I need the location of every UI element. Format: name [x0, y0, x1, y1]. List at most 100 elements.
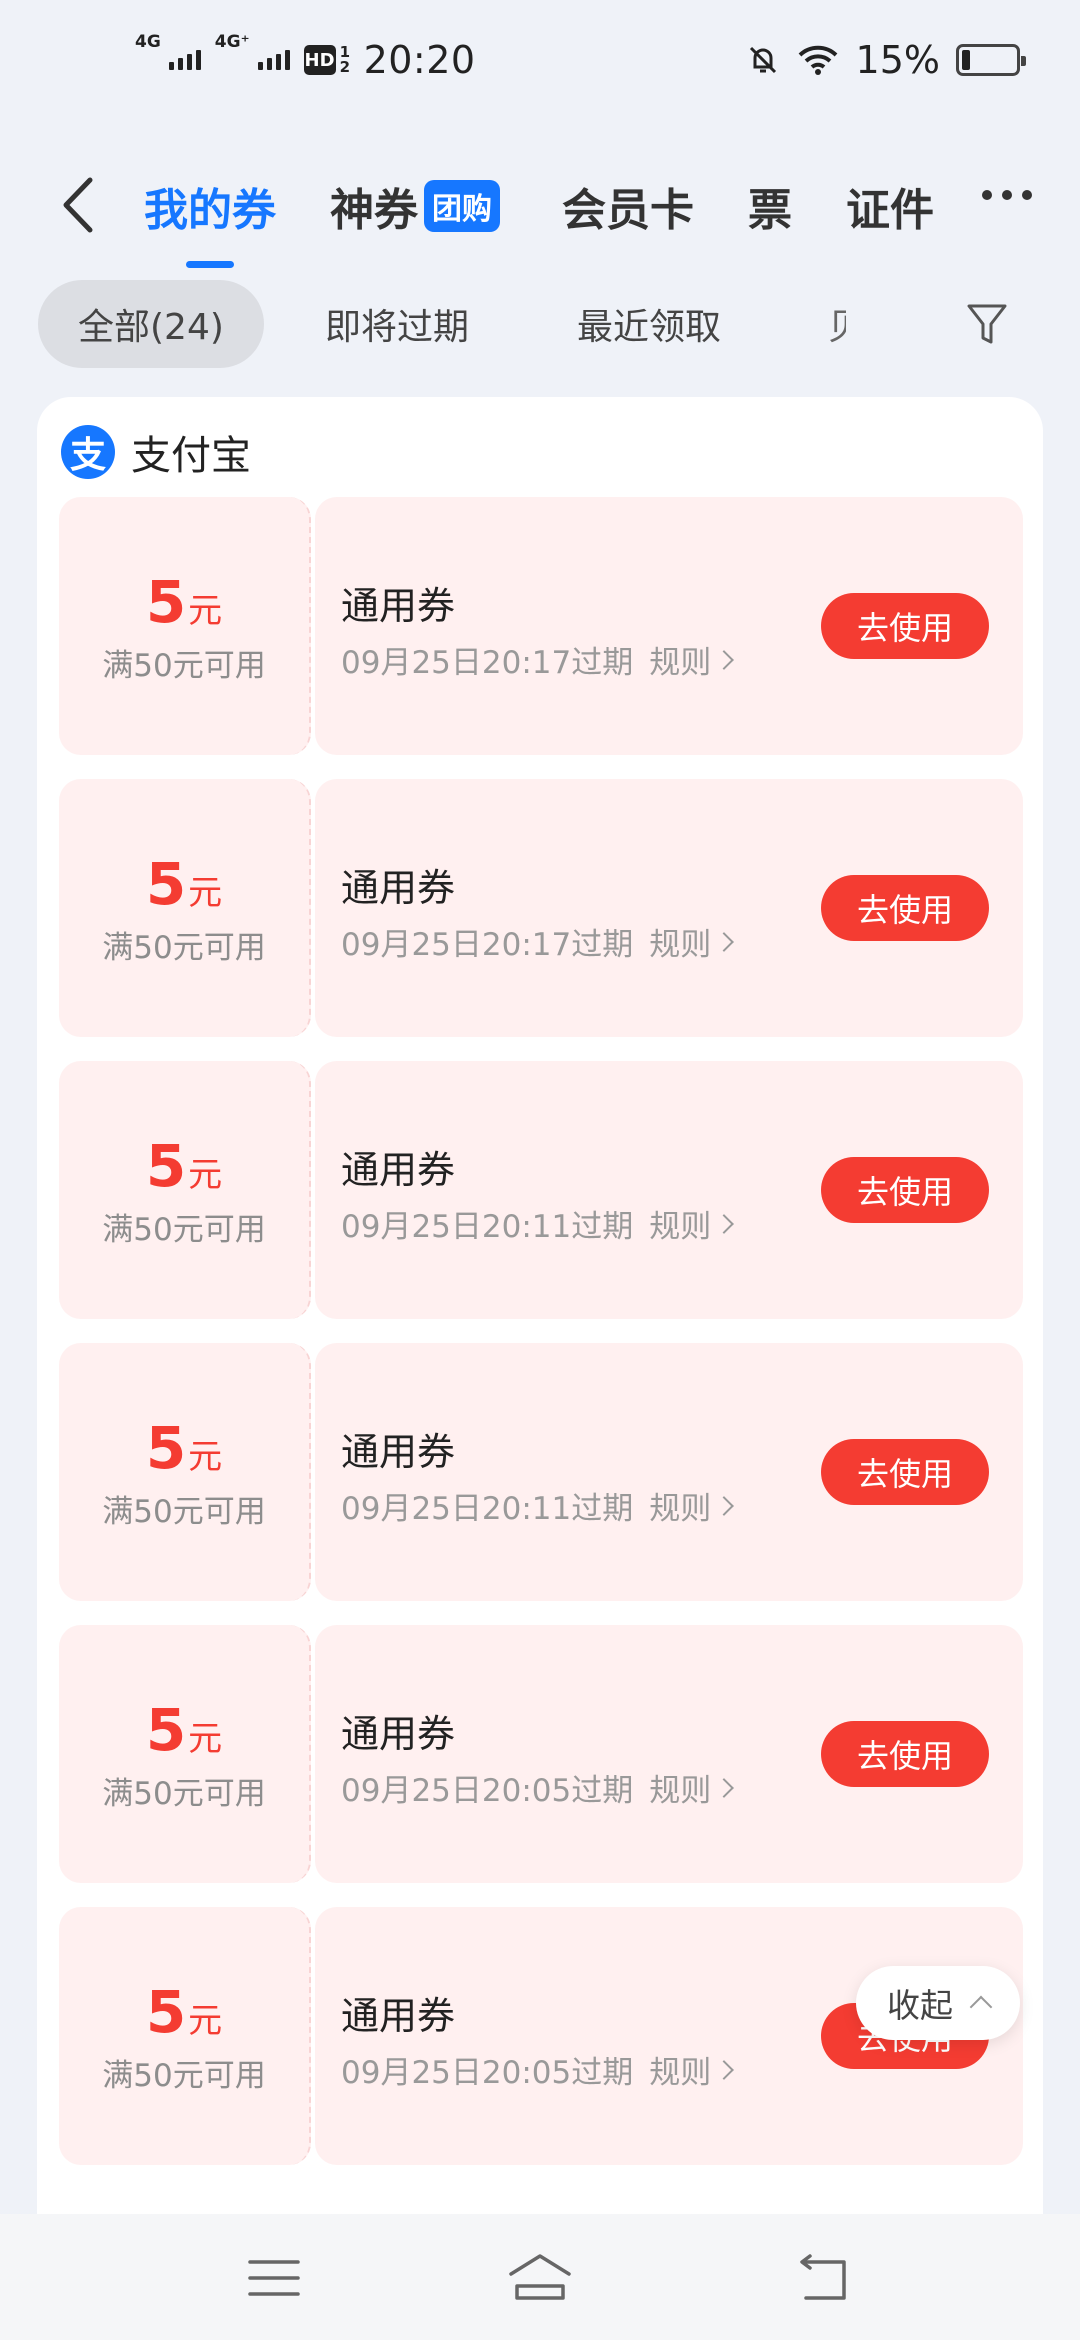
coupon-title: 通用券	[341, 1430, 456, 1474]
tab-label: 票	[748, 185, 792, 236]
coupon-amount: 5元	[145, 849, 223, 918]
home-icon[interactable]	[505, 2248, 575, 2308]
hd-icon: HD	[303, 45, 336, 75]
coupon-condition: 满50元可用	[102, 1493, 266, 1530]
coupon-card[interactable]: 5元 满50元可用 通用券 09月25日20:17过期 规则 去使用	[59, 497, 1023, 755]
coupon-title: 通用券	[341, 866, 456, 910]
coupon-info-section: 通用券 09月25日20:17过期 规则 去使用	[315, 779, 1023, 1037]
more-options-icon[interactable]	[982, 190, 1032, 200]
tab-label: 神券	[330, 185, 418, 236]
rule-link[interactable]: 规则	[649, 1483, 735, 1528]
coupon-amount: 5元	[145, 1131, 223, 1200]
filter-expiring[interactable]: 即将过期	[325, 280, 469, 368]
use-button[interactable]: 去使用	[821, 1721, 989, 1787]
coupon-card[interactable]: 5元 满50元可用 通用券 09月25日20:17过期 规则 去使用	[59, 779, 1023, 1037]
tab-label: 会员卡	[562, 185, 694, 236]
coupon-title: 通用券	[341, 1712, 456, 1756]
hd-sub-label: 1 2	[339, 43, 350, 76]
coupon-expiry: 09月25日20:11过期 规则	[341, 1201, 735, 1246]
header-nav: 我的券 神券 团购 会员卡 票 证件	[0, 150, 1080, 268]
chevron-right-icon	[714, 931, 735, 952]
coupon-title: 通用券	[341, 1994, 456, 2038]
clock: 20:20	[363, 38, 476, 82]
wifi-icon	[798, 45, 837, 75]
coupon-info-section: 通用券 09月25日20:17过期 规则 去使用	[315, 497, 1023, 755]
collapse-label: 收起	[887, 1986, 953, 2025]
mute-bell-icon	[749, 46, 776, 74]
rule-link[interactable]: 规则	[649, 1201, 735, 1246]
coupon-condition: 满50元可用	[102, 1775, 266, 1812]
chevron-right-icon	[714, 1213, 735, 1234]
coupon-title: 通用券	[341, 584, 456, 628]
chevron-right-icon	[714, 2059, 735, 2080]
coupon-value-section: 5元 满50元可用	[59, 1061, 311, 1319]
group-buy-badge: 团购	[424, 180, 500, 232]
alipay-logo-icon: 支	[61, 425, 115, 479]
filter-label: 最近领取	[577, 307, 722, 348]
status-bar: 4G 4G⁺ HD 1 2 20:20 15%	[0, 0, 1080, 120]
back-icon[interactable]	[794, 2248, 854, 2308]
back-arrow-icon[interactable]	[50, 170, 110, 240]
collapse-button[interactable]: 收起	[856, 1966, 1020, 2040]
coupon-card[interactable]: 5元 满50元可用 通用券 09月25日20:05过期 规则 去使用	[59, 1625, 1023, 1883]
coupon-value-section: 5元 满50元可用	[59, 1625, 311, 1883]
coupon-amount: 5元	[145, 1977, 223, 2046]
use-button[interactable]: 去使用	[821, 1439, 989, 1505]
filter-label: 贝	[828, 298, 846, 350]
chevron-right-icon	[714, 1777, 735, 1798]
coupon-info-section: 通用券 09月25日20:11过期 规则 去使用	[315, 1061, 1023, 1319]
rule-link[interactable]: 规则	[649, 2047, 735, 2092]
coupon-card[interactable]: 5元 满50元可用 通用券 09月25日20:11过期 规则 去使用	[59, 1343, 1023, 1601]
signal-icon: 4G	[135, 32, 201, 70]
coupon-info-section: 通用券 09月25日20:11过期 规则 去使用	[315, 1343, 1023, 1601]
tab-tickets[interactable]: 票	[748, 174, 792, 238]
coupon-card[interactable]: 5元 满50元可用 通用券 09月25日20:11过期 规则 去使用	[59, 1061, 1023, 1319]
rule-link[interactable]: 规则	[649, 637, 735, 682]
rule-link[interactable]: 规则	[649, 1765, 735, 1810]
coupon-value-section: 5元 满50元可用	[59, 1343, 311, 1601]
filter-label: 即将过期	[325, 307, 470, 348]
tab-label: 我的券	[144, 185, 276, 236]
coupon-expiry: 09月25日20:17过期 规则	[341, 919, 735, 964]
chevron-up-icon	[969, 1995, 993, 2019]
network-type-2: 4G⁺	[214, 32, 250, 52]
rule-link[interactable]: 规则	[649, 919, 735, 964]
use-button[interactable]: 去使用	[821, 593, 989, 659]
coupon-value-section: 5元 满50元可用	[59, 1907, 311, 2165]
coupon-condition: 满50元可用	[102, 2057, 266, 2094]
tab-certificates[interactable]: 证件	[846, 174, 934, 238]
filter-all[interactable]: 全部(24)	[38, 280, 264, 368]
filter-recent[interactable]: 最近领取	[577, 280, 721, 368]
filter-label: 全部(24)	[78, 307, 224, 348]
chevron-right-icon	[714, 649, 735, 670]
tab-my-coupons[interactable]: 我的券	[144, 174, 276, 268]
battery-percent: 15%	[855, 38, 940, 82]
merchant-header: 支 支付宝	[61, 423, 251, 481]
active-tab-indicator	[186, 261, 234, 268]
use-button[interactable]: 去使用	[821, 875, 989, 941]
coupon-condition: 满50元可用	[102, 1211, 266, 1248]
coupon-amount: 5元	[145, 1695, 223, 1764]
coupon-expiry: 09月25日20:17过期 规则	[341, 637, 735, 682]
tab-super-coupons[interactable]: 神券 团购	[330, 174, 500, 238]
system-nav-bar	[0, 2214, 1080, 2340]
battery-icon	[956, 44, 1026, 76]
coupon-expiry: 09月25日20:11过期 规则	[341, 1483, 735, 1528]
coupon-amount: 5元	[145, 567, 223, 636]
coupon-expiry: 09月25日20:05过期 规则	[341, 1765, 735, 1810]
signal-icon-2: 4G⁺	[215, 32, 290, 70]
filter-bar: 全部(24) 即将过期 最近领取 贝	[0, 280, 1080, 370]
filter-truncated[interactable]: 贝	[828, 280, 846, 368]
chevron-right-icon	[714, 1495, 735, 1516]
network-type-1: 4G	[135, 32, 161, 52]
coupon-condition: 满50元可用	[102, 647, 266, 684]
filter-funnel-icon[interactable]	[965, 300, 1009, 348]
coupon-amount: 5元	[145, 1413, 223, 1482]
tab-membership-cards[interactable]: 会员卡	[562, 174, 694, 238]
coupon-condition: 满50元可用	[102, 929, 266, 966]
menu-icon[interactable]	[244, 2248, 304, 2308]
coupon-value-section: 5元 满50元可用	[59, 779, 311, 1037]
tab-label: 证件	[846, 185, 934, 236]
use-button[interactable]: 去使用	[821, 1157, 989, 1223]
merchant-name: 支付宝	[131, 433, 251, 479]
